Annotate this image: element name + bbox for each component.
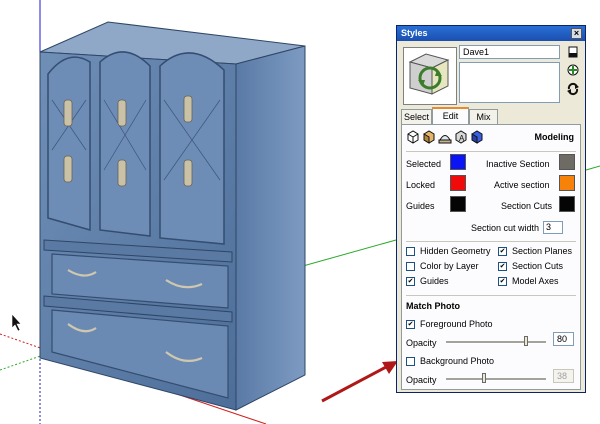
dialog-title: Styles	[401, 28, 428, 38]
background-photo-label: Background Photo	[420, 356, 495, 366]
update-style-icon[interactable]	[566, 63, 580, 77]
hidden-geometry-label: Hidden Geometry	[420, 246, 491, 256]
color-by-layer-checkbox[interactable]	[406, 262, 415, 271]
section-cut-width-label: Section cut width	[471, 223, 540, 233]
styles-titlebar[interactable]: Styles ×	[397, 26, 585, 41]
divider	[406, 241, 576, 242]
section-cuts-color-swatch[interactable]	[559, 196, 575, 212]
foreground-photo-label: Foreground Photo	[420, 319, 493, 329]
edit-panel: A Modeling Selected Locked Guides Inacti…	[401, 124, 581, 390]
annotation-arrow-line	[321, 364, 389, 403]
guides-color-label: Guides	[406, 201, 435, 211]
hidden-geometry-checkbox[interactable]	[406, 247, 415, 256]
background-photo-checkbox[interactable]	[406, 357, 415, 366]
inactive-section-color-swatch[interactable]	[559, 154, 575, 170]
active-section-label: Active section	[494, 180, 550, 190]
active-section-color-swatch[interactable]	[559, 175, 575, 191]
svg-text:A: A	[459, 134, 465, 143]
section-cuts-color-label: Section Cuts	[501, 201, 553, 211]
section-planes-label: Section Planes	[512, 246, 573, 256]
styles-dialog: Styles × Dave1 Select Edit Mix A Modelin…	[396, 25, 586, 393]
style-description-input[interactable]	[459, 62, 560, 103]
locked-color-swatch[interactable]	[450, 175, 466, 191]
model-axes-checkbox[interactable]	[498, 277, 507, 286]
locked-label: Locked	[406, 180, 436, 190]
dresser-model[interactable]	[39, 21, 306, 411]
section-cut-width-input[interactable]: 3	[543, 221, 563, 234]
selected-color-swatch[interactable]	[450, 154, 466, 170]
style-thumbnail[interactable]	[403, 47, 457, 105]
create-style-icon[interactable]	[566, 45, 580, 59]
tab-mix[interactable]: Mix	[469, 109, 498, 124]
tab-select[interactable]: Select	[401, 109, 432, 124]
refresh-icon[interactable]	[566, 82, 580, 96]
match-photo-title: Match Photo	[406, 301, 460, 311]
inactive-section-label: Inactive Section	[486, 159, 550, 169]
watermark-settings-icon[interactable]: A	[454, 130, 468, 144]
mouse-pointer-icon	[11, 313, 22, 332]
divider	[406, 295, 576, 296]
foreground-opacity-input[interactable]: 80	[553, 332, 574, 346]
foreground-opacity-label: Opacity	[406, 338, 437, 348]
foreground-opacity-slider[interactable]	[524, 336, 528, 346]
section-cuts-checkbox[interactable]	[498, 262, 507, 271]
color-by-layer-label: Color by Layer	[420, 261, 479, 271]
background-opacity-track[interactable]	[446, 378, 546, 381]
section-planes-checkbox[interactable]	[498, 247, 507, 256]
close-button[interactable]: ×	[571, 28, 582, 39]
divider	[406, 151, 576, 152]
tab-edit[interactable]: Edit	[432, 107, 469, 124]
background-opacity-slider[interactable]	[482, 373, 486, 383]
background-settings-icon[interactable]	[438, 130, 452, 144]
style-name-input[interactable]: Dave1	[459, 45, 560, 59]
foreground-opacity-track[interactable]	[446, 341, 546, 344]
background-opacity-label: Opacity	[406, 375, 437, 385]
section-cuts-label: Section Cuts	[512, 261, 564, 271]
guides-color-swatch[interactable]	[450, 196, 466, 212]
section-title: Modeling	[534, 132, 575, 142]
guides-checkbox[interactable]	[406, 277, 415, 286]
modeling-settings-icon[interactable]	[470, 130, 484, 144]
model-axes-label: Model Axes	[512, 276, 559, 286]
foreground-photo-checkbox[interactable]	[406, 320, 415, 329]
selected-label: Selected	[406, 159, 442, 169]
background-opacity-input[interactable]: 38	[553, 369, 574, 383]
guides-label: Guides	[420, 276, 449, 286]
green-axis-right	[585, 165, 600, 171]
edge-settings-icon[interactable]	[406, 130, 420, 144]
face-settings-icon[interactable]	[422, 130, 436, 144]
